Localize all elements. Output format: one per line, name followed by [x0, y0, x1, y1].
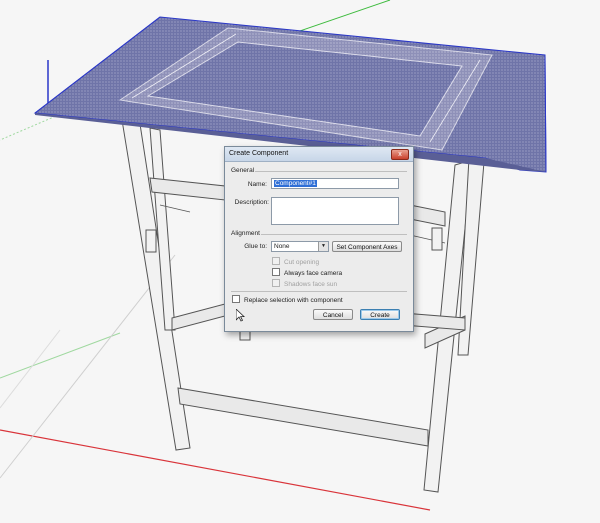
name-label: Name:: [247, 181, 267, 188]
rail-top-right: [409, 204, 446, 227]
name-field[interactable]: Component#1: [271, 178, 399, 189]
grey-diag-2: [0, 329, 61, 409]
dialog-title: Create Component: [229, 150, 289, 157]
general-heading: General: [231, 167, 255, 174]
leg-cap-right: [431, 227, 443, 251]
replace-selection-label: Replace selection with component: [244, 297, 343, 304]
description-field[interactable]: [271, 197, 399, 225]
close-button[interactable]: x: [391, 149, 409, 160]
shadows-face-sun-checkbox[interactable]: Shadows face sun: [272, 279, 337, 288]
bottom-divider: [231, 291, 407, 292]
checkbox-icon: [232, 295, 240, 303]
replace-selection-checkbox[interactable]: Replace selection with component: [232, 295, 343, 304]
checkbox-icon: [272, 268, 280, 276]
leg-cap-left: [145, 229, 157, 253]
checkbox-icon: [272, 257, 280, 265]
create-component-dialog: Create Component x General Name: Compone…: [224, 146, 414, 332]
glue-label: Glue to:: [244, 243, 267, 250]
alignment-divider: [261, 234, 407, 235]
glue-value: None: [274, 243, 290, 250]
glue-select[interactable]: None ▼: [271, 241, 329, 252]
always-face-camera-checkbox[interactable]: Always face camera: [272, 268, 342, 277]
rail-bottom-front: [177, 387, 429, 447]
set-axes-button[interactable]: Set Component Axes: [332, 241, 402, 252]
cut-opening-checkbox[interactable]: Cut opening: [272, 257, 319, 266]
cut-opening-label: Cut opening: [284, 259, 320, 266]
name-value: Component#1: [274, 180, 317, 187]
description-label: Description:: [234, 199, 269, 206]
general-divider: [255, 171, 407, 172]
alignment-heading: Alignment: [231, 230, 260, 237]
shadows-face-sun-label: Shadows face sun: [284, 281, 338, 288]
cancel-button[interactable]: Cancel: [313, 309, 353, 320]
dialog-titlebar[interactable]: Create Component x: [225, 147, 413, 162]
chevron-down-icon: ▼: [318, 242, 328, 251]
mouse-pointer-icon: [235, 308, 246, 327]
grey-diag: [0, 254, 176, 479]
green-axis-lower: [0, 332, 121, 379]
checkbox-icon: [272, 279, 280, 287]
red-axis: [0, 429, 431, 511]
always-face-camera-label: Always face camera: [284, 270, 343, 277]
close-icon: x: [398, 151, 402, 158]
create-button[interactable]: Create: [360, 309, 400, 320]
